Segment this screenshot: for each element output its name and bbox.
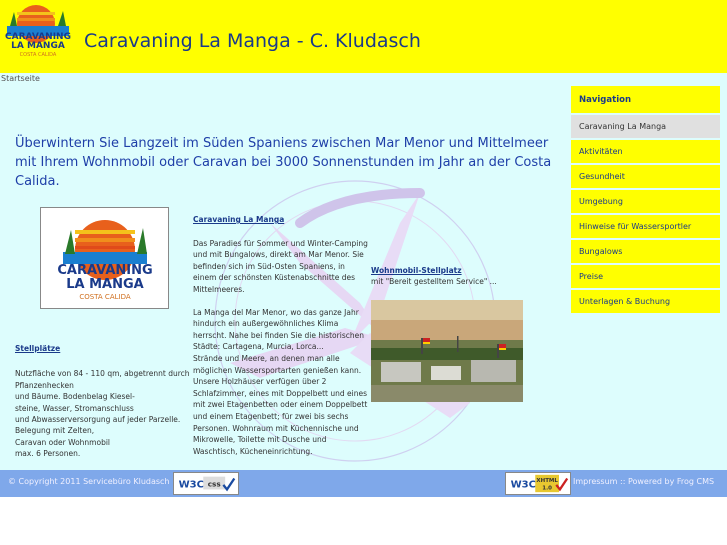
- powered-by-link[interactable]: Powered by Frog CMS: [628, 477, 714, 486]
- stellplaetze-line: steine, Wasser, Stromanschluss: [15, 403, 134, 413]
- stellplaetze-line: max. 6 Personen.: [15, 449, 81, 459]
- campsite-photo: [371, 300, 523, 402]
- impressum-link[interactable]: Impressum: [573, 477, 617, 486]
- nav-item-unterlagen-buchung[interactable]: Unterlagen & Buchung: [571, 288, 720, 313]
- stellplaetze-line: Nutzfläche von 84 - 110 qm, abgetrennt d…: [15, 369, 190, 390]
- svg-text:css: css: [208, 480, 221, 489]
- svg-text:W3C: W3C: [511, 480, 536, 491]
- caravaning-logo-image: CARAVANING LA MANGA COSTA CALIDA: [40, 207, 169, 309]
- big-logo-line3: COSTA CALIDA: [79, 293, 130, 301]
- nav-item-bungalows[interactable]: Bungalows: [571, 238, 720, 263]
- footer-separator: ::: [620, 477, 626, 486]
- nav-item-umgebung[interactable]: Umgebung: [571, 188, 720, 213]
- big-logo-line2: LA MANGA: [66, 277, 143, 292]
- nav-item-aktivitaeten[interactable]: Aktivitäten: [571, 138, 720, 163]
- stellplaetze-line: und Bäume. Bodenbelag Kiesel-: [15, 392, 135, 402]
- site-logo[interactable]: CARAVANING LA MANGA COSTA CALIDA: [2, 2, 74, 60]
- footer-links: Impressum :: Powered by Frog CMS: [573, 477, 714, 486]
- nav-item-preise[interactable]: Preise: [571, 263, 720, 288]
- svg-text:1.0: 1.0: [542, 485, 552, 491]
- w3c-xhtml-badge[interactable]: W3C XHTML 1.0: [505, 472, 571, 495]
- wohnmobil-text: mit "Bereit gestelltem Service" ...: [371, 277, 497, 286]
- caravaning-paragraph-3: Strände und Meere, an denen man alle mög…: [193, 353, 368, 456]
- w3c-css-badge[interactable]: W3C css: [173, 472, 239, 495]
- svg-text:XHTML: XHTML: [536, 478, 558, 484]
- stellplaetze-line: Belegung mit Zelten,: [15, 426, 95, 436]
- stellplaetze-section: Stellplätze Nutzfläche von 84 - 110 qm, …: [15, 343, 190, 460]
- nav-item-gesundheit[interactable]: Gesundheit: [571, 163, 720, 188]
- caravaning-section: Caravaning La Manga Das Paradies für Som…: [193, 214, 368, 457]
- nav-item-caravaning-la-manga[interactable]: Caravaning La Manga: [571, 113, 720, 138]
- caravaning-heading-link[interactable]: Caravaning La Manga: [193, 214, 368, 226]
- caravaning-paragraph-1: Das Paradies für Sommer und Winter-Campi…: [193, 238, 368, 294]
- logo-text-line3: COSTA CALIDA: [20, 52, 57, 58]
- site-title: Caravaning La Manga - C. Kludasch: [84, 30, 421, 52]
- stellplaetze-line: Caravan oder Wohnmobil: [15, 437, 111, 447]
- nav-item-hinweise-wassersportler[interactable]: Hinweise für Wassersportler: [571, 213, 720, 238]
- svg-text:W3C: W3C: [179, 480, 204, 491]
- stellplaetze-heading-link[interactable]: Stellplätze: [15, 343, 190, 354]
- wohnmobil-heading-link[interactable]: Wohnmobil-Stellplatz: [371, 265, 561, 276]
- wohnmobil-section: Wohnmobil-Stellplatz mit "Bereit gestell…: [371, 265, 561, 287]
- caravaning-paragraph-2: La Manga del Mar Menor, wo das ganze Jah…: [193, 307, 364, 352]
- page-headline: Überwintern Sie Langzeit im Süden Spanie…: [15, 136, 552, 189]
- navigation-heading: Navigation: [571, 86, 720, 113]
- copyright-text: © Copyright 2011 Servicebüro Kludasch: [8, 477, 170, 486]
- breadcrumb[interactable]: Startseite: [1, 74, 40, 83]
- big-logo-line1: CARAVANING: [57, 263, 152, 278]
- navigation-menu: Navigation Caravaning La Manga Aktivität…: [571, 86, 720, 313]
- stellplaetze-line: und Abwasserversorgung auf jeder Parzell…: [15, 415, 181, 425]
- logo-text-line2: LA MANGA: [11, 41, 65, 51]
